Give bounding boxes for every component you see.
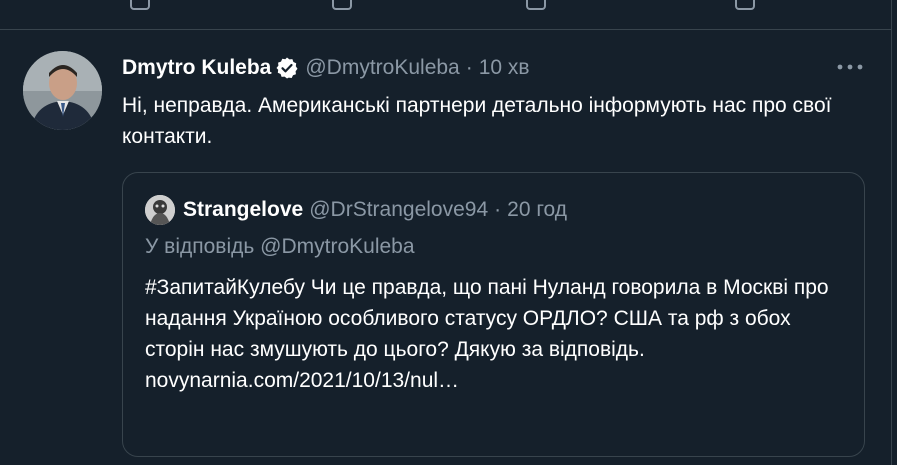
quoted-avatar[interactable] bbox=[145, 195, 175, 225]
verified-badge-icon bbox=[275, 56, 299, 80]
quoted-text-block: #ЗапитайКулебу Чи це правда, що пані Нул… bbox=[145, 272, 855, 396]
quoted-text: #ЗапитайКулебу Чи це правда, що пані Нул… bbox=[145, 276, 829, 361]
column-border bbox=[891, 0, 892, 465]
quoted-time[interactable]: 20 год bbox=[507, 198, 567, 222]
author-handle[interactable]: @DmytroKuleba bbox=[305, 56, 459, 80]
reply-mention[interactable]: @DmytroKuleba bbox=[260, 235, 414, 258]
more-horizontal-icon[interactable] bbox=[836, 57, 864, 77]
quoted-tweet[interactable]: Strangelove @DrStrangelove94 · 20 год У … bbox=[122, 172, 865, 457]
tweet-time[interactable]: 10 хв bbox=[479, 56, 530, 80]
tweet-divider bbox=[0, 29, 891, 30]
previous-tweet-actions bbox=[0, 0, 891, 10]
quoted-link[interactable]: novynarnia.com/2021/10/13/nul… bbox=[145, 365, 855, 396]
quoted-author-name[interactable]: Strangelove bbox=[183, 198, 303, 222]
tweet-header: Dmytro Kuleba @DmytroKuleba · 10 хв bbox=[122, 55, 530, 81]
avatar[interactable] bbox=[23, 51, 102, 130]
separator-dot: · bbox=[494, 198, 502, 221]
quoted-author-handle[interactable]: @DrStrangelove94 bbox=[309, 198, 488, 222]
author-name[interactable]: Dmytro Kuleba bbox=[122, 56, 271, 80]
reply-prefix: У відповідь bbox=[145, 235, 255, 258]
separator-dot: · bbox=[465, 56, 473, 79]
reply-icon[interactable] bbox=[130, 0, 150, 10]
reply-context: У відповідь @DmytroKuleba bbox=[145, 235, 415, 259]
share-icon[interactable] bbox=[735, 0, 755, 10]
like-icon[interactable] bbox=[526, 0, 546, 10]
tweet-text: Ні, неправда. Американські партнери дета… bbox=[122, 94, 832, 148]
quoted-header: Strangelove @DrStrangelove94 · 20 год bbox=[183, 196, 567, 224]
retweet-icon[interactable] bbox=[332, 0, 352, 10]
